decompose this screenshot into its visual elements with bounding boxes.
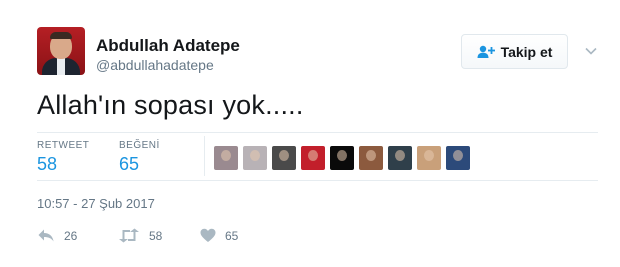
- like-count: 65: [225, 228, 239, 243]
- reply-button[interactable]: 26: [37, 228, 77, 243]
- reply-count: 26: [64, 228, 78, 243]
- reply-icon: [38, 229, 54, 242]
- heart-icon: [200, 228, 216, 242]
- author-fullname[interactable]: Abdullah Adatepe: [96, 36, 240, 56]
- retweet-icon: [119, 228, 139, 243]
- tweet-timestamp[interactable]: 10:57 - 27 Şub 2017: [37, 196, 155, 211]
- liker-avatar-1[interactable]: [214, 146, 238, 170]
- author-avatar[interactable]: [37, 27, 85, 75]
- like-button[interactable]: 65: [200, 228, 238, 243]
- retweet-stat-label: RETWEET: [37, 140, 90, 151]
- liker-avatar-4[interactable]: [301, 146, 325, 170]
- like-stat[interactable]: BEĞENİ 65: [119, 140, 160, 175]
- retweet-stat-count: 58: [37, 154, 58, 174]
- stats-divider: [204, 136, 205, 176]
- liker-avatars: [214, 146, 470, 170]
- liker-avatar-8[interactable]: [417, 146, 441, 170]
- retweet-count: 58: [149, 228, 163, 243]
- liker-avatar-7[interactable]: [388, 146, 412, 170]
- retweet-stat[interactable]: RETWEET 58: [37, 140, 89, 175]
- liker-avatar-5[interactable]: [330, 146, 354, 170]
- liker-avatar-3[interactable]: [272, 146, 296, 170]
- divider-top: [37, 132, 598, 133]
- liker-avatar-9[interactable]: [446, 146, 470, 170]
- author-username[interactable]: @abdullahadatepe: [96, 57, 214, 73]
- liker-avatar-6[interactable]: [359, 146, 383, 170]
- chevron-down-icon[interactable]: [584, 44, 598, 58]
- divider-bottom: [37, 180, 598, 181]
- like-stat-count: 65: [119, 154, 140, 174]
- like-stat-label: BEĞENİ: [119, 140, 160, 151]
- liker-avatar-2[interactable]: [243, 146, 267, 170]
- add-person-icon: [477, 45, 495, 58]
- follow-button[interactable]: Takip et: [461, 34, 568, 69]
- retweet-button[interactable]: 58: [118, 228, 162, 243]
- follow-button-label: Takip et: [500, 43, 553, 60]
- tweet-text: Allah'ın sopası yok.....: [37, 90, 304, 120]
